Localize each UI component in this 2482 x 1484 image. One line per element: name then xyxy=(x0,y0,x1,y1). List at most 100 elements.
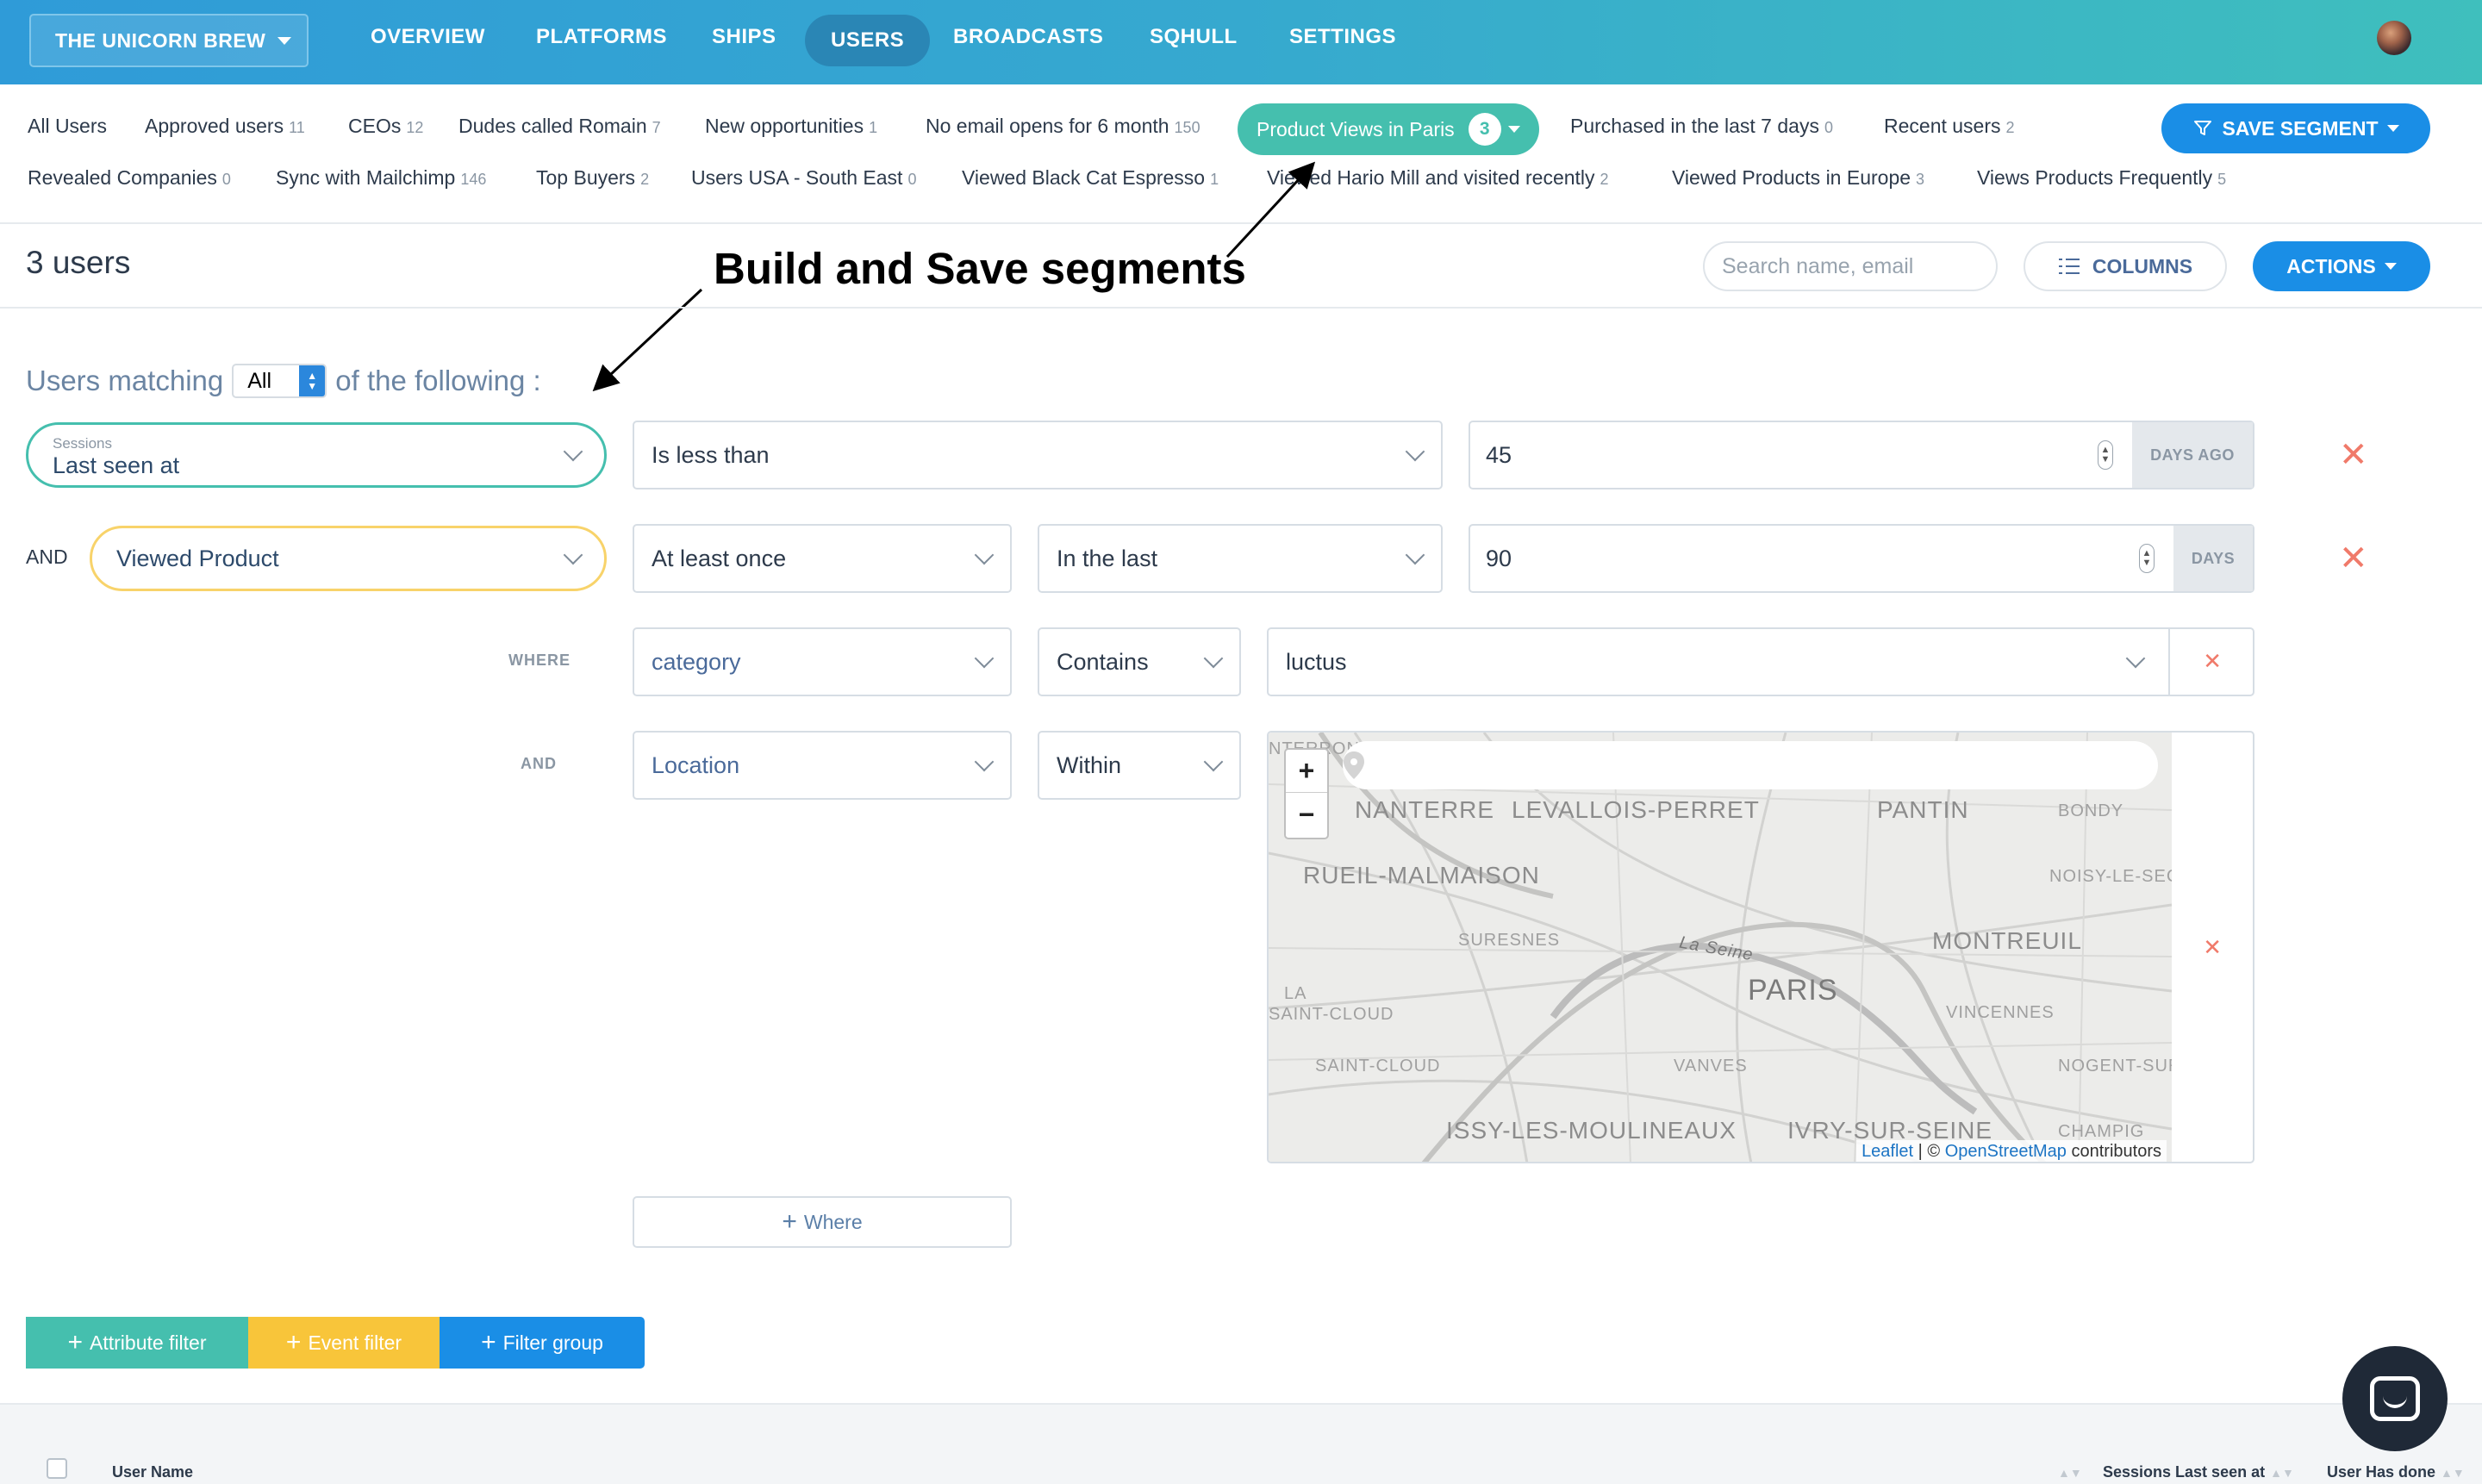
chat-icon xyxy=(2370,1376,2420,1421)
caret-down-icon xyxy=(2384,263,2397,270)
caret-down-icon xyxy=(2386,125,2399,132)
segment-item[interactable]: Viewed Hario Mill and visited recently 2 xyxy=(1267,166,1609,190)
divider xyxy=(0,222,2482,224)
sort-icon[interactable]: ▲▼ xyxy=(2441,1466,2465,1480)
number-stepper-icon[interactable]: ▲ ▼ xyxy=(2139,544,2155,573)
plus-icon: + xyxy=(481,1328,496,1356)
annotation-text: Build and Save segments xyxy=(714,244,1246,293)
save-segment-label: SAVE SEGMENT xyxy=(2222,116,2379,140)
event-value: Viewed Product xyxy=(116,545,279,571)
map-label: PANTIN xyxy=(1877,796,1969,823)
column-header-sessions-last-seen[interactable]: Sessions Last seen at ▲▼ xyxy=(2103,1463,2294,1481)
frequency-select[interactable]: At least once xyxy=(633,524,1012,593)
match-mode-select[interactable]: All ▲ ▼ xyxy=(232,364,327,398)
columns-button[interactable]: COLUMNS xyxy=(2024,241,2227,291)
caret-down-icon[interactable] xyxy=(1507,126,1520,133)
frequency-value: At least once xyxy=(652,545,787,571)
caret-down-icon xyxy=(278,36,292,45)
chevron-down-icon xyxy=(563,545,583,565)
segment-item[interactable]: New opportunities 1 xyxy=(705,115,877,138)
location-map[interactable]: NTERRON NANTERRE LEVALLOIS-PERRET PANTIN… xyxy=(1269,733,2172,1162)
days-ago-input[interactable]: 45 ▲ ▼ DAYS AGO xyxy=(1469,421,2254,489)
remove-filter-icon[interactable]: ✕ xyxy=(2339,541,2368,576)
segment-item[interactable]: Views Products Frequently 5 xyxy=(1977,166,2226,190)
segment-item[interactable]: Dudes called Romain 7 xyxy=(458,115,661,138)
save-segment-button[interactable]: SAVE SEGMENT xyxy=(2161,103,2430,153)
nav-sqhull[interactable]: SQHULL xyxy=(1150,25,1238,49)
column-header-user-has-done[interactable]: User Has done ▲▼ xyxy=(2327,1463,2465,1481)
number-stepper-icon[interactable]: ▲ ▼ xyxy=(2098,440,2113,470)
map-label: SAINT-CLOUD xyxy=(1269,1005,1394,1024)
property-value-input[interactable]: luctus ✕ xyxy=(1267,627,2254,696)
segment-item[interactable]: Sync with Mailchimp 146 xyxy=(276,166,486,190)
remove-where-icon[interactable]: ✕ xyxy=(2203,650,2222,672)
column-sort-icon[interactable]: ▲▼ xyxy=(2058,1463,2082,1481)
location-property-select[interactable]: Location xyxy=(633,731,1012,800)
segment-item[interactable]: Users USA - South East 0 xyxy=(691,166,916,190)
column-header-user-name[interactable]: User Name xyxy=(112,1463,193,1481)
matching-row: Users matching All ▲ ▼ of the following : xyxy=(26,364,541,398)
chevron-down-icon xyxy=(1405,545,1425,565)
chat-launcher-button[interactable] xyxy=(2342,1346,2448,1451)
segment-item[interactable]: Recent users 2 xyxy=(1884,115,2015,138)
add-where-button[interactable]: + Where xyxy=(633,1196,1012,1248)
openstreetmap-link[interactable]: OpenStreetMap xyxy=(1945,1142,2067,1161)
nav-broadcasts[interactable]: BROADCASTS xyxy=(953,25,1103,49)
segment-item[interactable]: Viewed Products in Europe 3 xyxy=(1672,166,1924,190)
remove-filter-icon[interactable]: ✕ xyxy=(2339,438,2368,472)
contains-value: Contains xyxy=(1057,648,1149,675)
chevron-down-icon xyxy=(974,545,995,565)
nav-ships[interactable]: SHIPS xyxy=(712,25,776,49)
sort-icon[interactable]: ▲▼ xyxy=(2270,1466,2294,1480)
map-label: ISSY-LES-MOULINEAUX xyxy=(1446,1117,1737,1144)
chevron-down-icon xyxy=(974,751,995,772)
segment-active-product-views-paris[interactable]: Product Views in Paris 3 xyxy=(1238,103,1539,155)
add-attribute-filter-button[interactable]: + Attribute filter xyxy=(26,1317,248,1369)
segment-active-label: Product Views in Paris xyxy=(1257,117,1455,140)
segment-item[interactable]: Viewed Black Cat Espresso 1 xyxy=(962,166,1219,190)
segment-count-badge: 3 xyxy=(1468,113,1501,146)
nav-platforms[interactable]: PLATFORMS xyxy=(536,25,667,49)
actions-button[interactable]: ACTIONS xyxy=(2253,241,2430,291)
segment-item[interactable]: Revealed Companies 0 xyxy=(28,166,231,190)
contains-select[interactable]: Contains xyxy=(1038,627,1241,696)
map-attribution: Leaflet | © OpenStreetMap contributors xyxy=(1856,1140,2167,1162)
nav-overview[interactable]: OVERVIEW xyxy=(371,25,485,49)
chevron-down-icon xyxy=(1203,648,1224,669)
brand-dropdown[interactable]: THE UNICORN BREW xyxy=(29,14,309,67)
add-filter-group-button[interactable]: + Filter group xyxy=(440,1317,645,1369)
map-label: SURESNES xyxy=(1458,931,1561,950)
segment-item[interactable]: Approved users 11 xyxy=(145,115,305,138)
operator-select[interactable]: Is less than xyxy=(633,421,1443,489)
zoom-in-button[interactable]: + xyxy=(1286,750,1327,793)
map-label: BONDY xyxy=(2058,801,2124,820)
within-select[interactable]: Within xyxy=(1038,731,1241,800)
segment-item[interactable]: Purchased in the last 7 days 0 xyxy=(1570,115,1833,138)
days-input[interactable]: 90 ▲ ▼ DAYS xyxy=(1469,524,2254,593)
segment-all-users[interactable]: All Users xyxy=(28,115,107,138)
attribute-select[interactable]: Sessions Last seen at xyxy=(26,422,607,488)
event-select[interactable]: Viewed Product xyxy=(90,526,607,591)
zoom-out-button[interactable]: − xyxy=(1286,793,1327,836)
search-input[interactable]: Search name, email xyxy=(1703,241,1998,291)
add-event-filter-button[interactable]: + Event filter xyxy=(248,1317,440,1369)
segment-item[interactable]: Top Buyers 2 xyxy=(536,166,649,190)
filter-icon xyxy=(2194,121,2212,135)
map-search-input[interactable] xyxy=(1343,741,2158,789)
segment-item[interactable]: No email opens for 6 month 150 xyxy=(926,115,1200,138)
nav-settings[interactable]: SETTINGS xyxy=(1289,25,1396,49)
divider xyxy=(0,307,2482,309)
property-value: category xyxy=(652,648,741,675)
property-select[interactable]: category xyxy=(633,627,1012,696)
leaflet-link[interactable]: Leaflet xyxy=(1862,1142,1913,1161)
select-all-checkbox[interactable] xyxy=(47,1458,67,1479)
nav-users[interactable]: USERS xyxy=(805,15,931,66)
within-value: Within xyxy=(1057,751,1122,778)
segment-item[interactable]: CEOs 12 xyxy=(348,115,423,138)
matching-suffix: of the following : xyxy=(335,365,541,396)
timeframe-select[interactable]: In the last xyxy=(1038,524,1443,593)
remove-location-icon[interactable]: ✕ xyxy=(2203,936,2222,958)
avatar[interactable] xyxy=(2377,21,2411,55)
map-label: NANTERRE xyxy=(1355,796,1495,823)
plus-icon: + xyxy=(285,1328,302,1356)
